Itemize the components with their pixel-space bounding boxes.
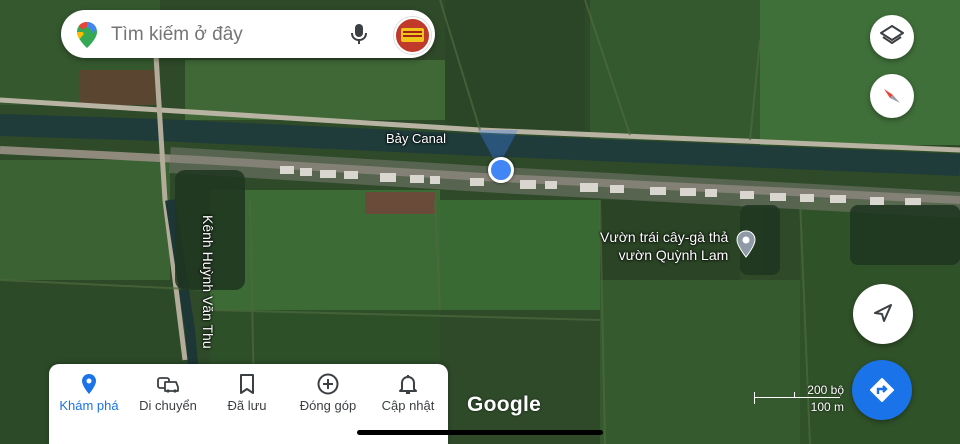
poi-label-line1: Vườn trái cây-gà thả [600, 229, 729, 245]
search-bar[interactable] [61, 10, 435, 58]
nav-saved-label: Đã lưu [227, 398, 267, 413]
microphone-icon[interactable] [345, 20, 373, 48]
bell-icon [399, 375, 417, 394]
nav-commute[interactable]: Di chuyển [128, 364, 208, 424]
scale-bar: 200 bộ 100 m [754, 383, 844, 417]
canal-label: Bảy Canal [386, 131, 446, 146]
google-maps-logo-icon [77, 22, 97, 48]
add-circle-icon [317, 373, 339, 395]
poi-label[interactable]: Vườn trái cây-gà thả vườn Quỳnh Lam [600, 228, 728, 264]
nav-contribute[interactable]: Đóng góp [288, 364, 368, 424]
home-indicator [357, 430, 603, 435]
nav-saved[interactable]: Đã lưu [207, 364, 287, 424]
nav-updates[interactable]: Cập nhật [368, 364, 448, 424]
map-pin-icon[interactable] [736, 230, 756, 258]
directions-button[interactable] [852, 360, 912, 420]
layers-icon [880, 25, 904, 44]
nav-explore[interactable]: Khám phá [49, 364, 129, 424]
my-location-button[interactable] [853, 284, 913, 344]
nav-explore-label: Khám phá [59, 398, 119, 413]
explore-pin-icon [82, 374, 96, 394]
nav-updates-label: Cập nhật [381, 398, 435, 413]
google-watermark: Google [467, 393, 542, 416]
road-label: Kênh Huỳnh Văn Thu [200, 215, 216, 349]
layers-button[interactable] [870, 15, 914, 59]
nav-commute-label: Di chuyển [139, 398, 197, 413]
commute-icon [157, 377, 179, 393]
compass-icon [884, 89, 900, 103]
compass-button[interactable] [870, 74, 914, 118]
bookmark-icon [240, 374, 254, 394]
scale-metric: 100 m [810, 400, 844, 414]
current-location-dot [488, 157, 514, 183]
navigation-arrow-icon [874, 304, 892, 322]
directions-icon [870, 378, 894, 402]
account-avatar[interactable] [394, 17, 431, 54]
scale-imperial: 200 bộ [807, 383, 844, 397]
search-input[interactable] [109, 21, 333, 49]
nav-contribute-label: Đóng góp [299, 398, 357, 413]
poi-label-line2: vườn Quỳnh Lam [618, 247, 729, 263]
